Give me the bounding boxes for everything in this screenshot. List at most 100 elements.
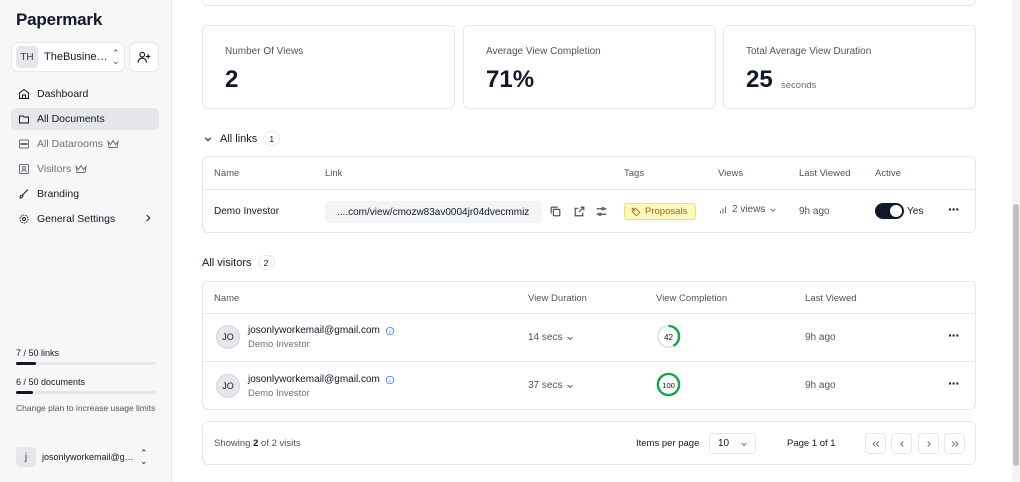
previous-page-button[interactable] bbox=[891, 433, 912, 454]
stat-value: 2 bbox=[225, 66, 239, 93]
sidebar-nav: Dashboard All Documents All Datarooms Vi… bbox=[11, 83, 159, 233]
view-duration: 37 secs bbox=[528, 380, 563, 391]
active-toggle[interactable] bbox=[875, 203, 904, 219]
brush-icon bbox=[17, 187, 31, 201]
sidebar-item-label: All Datarooms bbox=[37, 138, 103, 150]
plan-upgrade-note[interactable]: Change plan to increase usage limits bbox=[16, 403, 156, 414]
pagination-bar: Showing 2 of 2 visits Items per page 10 … bbox=[202, 421, 976, 465]
info-icon[interactable] bbox=[385, 326, 395, 336]
visitor-link-name: Demo Investor bbox=[248, 339, 310, 350]
visitor-email[interactable]: josonlyworkemail@gmail.com bbox=[248, 374, 395, 385]
document-header-card bbox=[202, 0, 976, 6]
chevron-down-icon bbox=[567, 336, 574, 340]
tag-label: Proposals bbox=[645, 206, 688, 217]
team-switcher[interactable]: TH TheBusiness... ⌃⌄ bbox=[11, 42, 125, 72]
settings-sliders-icon[interactable] bbox=[594, 204, 608, 218]
stat-value: 25 bbox=[746, 66, 773, 93]
chevrons-right-icon bbox=[951, 440, 959, 447]
app-logo[interactable]: Papermark bbox=[16, 10, 102, 30]
scrollbar-thumb[interactable] bbox=[1013, 204, 1019, 466]
column-header-view-duration: View Duration bbox=[528, 293, 587, 304]
more-options-icon[interactable]: ··· bbox=[948, 375, 960, 391]
sidebar-item-label: Dashboard bbox=[37, 88, 89, 100]
visitor-email-text: josonlyworkemail@gmail.com bbox=[248, 374, 380, 385]
view-duration-dropdown[interactable]: 37 secs bbox=[528, 380, 574, 391]
links-table: Name Link Tags Views Last Viewed Active … bbox=[202, 156, 976, 233]
tag-badge[interactable]: Proposals bbox=[624, 203, 697, 220]
documents-usage-fill bbox=[16, 391, 33, 394]
chevron-down-icon bbox=[203, 134, 213, 144]
stat-card-duration: Total Average View Duration 25 seconds bbox=[723, 25, 976, 109]
sidebar-item-all-datarooms[interactable]: All Datarooms bbox=[11, 133, 159, 155]
first-page-button[interactable] bbox=[865, 433, 886, 454]
copy-icon[interactable] bbox=[548, 204, 562, 218]
links-section-title: All links bbox=[220, 132, 258, 145]
items-per-page-select[interactable]: 10 bbox=[709, 433, 756, 454]
add-user-button[interactable] bbox=[129, 42, 159, 72]
stat-value: 71% bbox=[486, 66, 535, 93]
stat-label: Total Average View Duration bbox=[746, 46, 872, 57]
chevron-down-icon bbox=[567, 384, 574, 388]
user-email: josonlyworkemail@gm... bbox=[42, 452, 134, 462]
link-url[interactable]: ....com/view/cmozw83av0004jr04dvecmmiz bbox=[325, 201, 542, 223]
visitor-avatar: JO bbox=[216, 325, 240, 349]
more-options-icon[interactable]: ··· bbox=[948, 327, 960, 343]
sidebar-item-branding[interactable]: Branding bbox=[11, 183, 159, 205]
visitor-last-viewed: 9h ago bbox=[805, 332, 836, 343]
visitor-email[interactable]: josonlyworkemail@gmail.com bbox=[248, 325, 395, 336]
links-section-toggle[interactable]: All links 1 bbox=[203, 131, 281, 146]
documents-usage: 6 / 50 documents bbox=[16, 377, 156, 394]
crown-icon bbox=[107, 139, 119, 149]
page-indicator: Page 1 of 1 bbox=[787, 438, 836, 449]
showing-prefix: Showing bbox=[214, 438, 254, 449]
column-header-last-viewed: Last Viewed bbox=[799, 168, 851, 179]
column-header-name: Name bbox=[214, 168, 240, 179]
documents-usage-label: 6 / 50 documents bbox=[16, 377, 86, 387]
links-usage-bar bbox=[16, 362, 156, 365]
chevron-down-icon bbox=[741, 442, 747, 447]
bar-chart-icon bbox=[719, 206, 727, 213]
team-avatar: TH bbox=[16, 46, 38, 68]
info-icon[interactable] bbox=[385, 375, 395, 385]
views-dropdown[interactable]: 2 views bbox=[718, 204, 777, 215]
sidebar-item-visitors[interactable]: Visitors bbox=[11, 158, 159, 180]
user-avatar: j bbox=[16, 447, 36, 467]
stat-label: Average View Completion bbox=[486, 46, 601, 57]
user-menu[interactable]: j josonlyworkemail@gm... ⌃ ⌄ bbox=[11, 444, 159, 470]
link-name[interactable]: Demo Investor bbox=[214, 206, 279, 217]
sidebar-item-all-documents[interactable]: All Documents bbox=[11, 108, 159, 130]
chevron-up-down-icon: ⌃ ⌄ bbox=[140, 448, 148, 466]
sidebar-item-label: Visitors bbox=[37, 163, 72, 175]
links-usage-label: 7 / 50 links bbox=[16, 348, 60, 358]
sidebar-item-general-settings[interactable]: General Settings bbox=[11, 208, 159, 230]
visitors-section-header: All visitors 2 bbox=[202, 255, 275, 270]
visitors-count-badge: 2 bbox=[257, 255, 275, 270]
visitor-avatar: JO bbox=[216, 374, 240, 398]
scrollbar[interactable] bbox=[1012, 0, 1020, 482]
visitors-section-title: All visitors bbox=[202, 256, 252, 269]
user-plus-icon bbox=[137, 51, 151, 63]
sidebar-item-label: All Documents bbox=[37, 113, 105, 125]
stat-unit: seconds bbox=[781, 80, 817, 91]
sidebar-item-dashboard[interactable]: Dashboard bbox=[11, 83, 159, 105]
links-usage-fill bbox=[16, 362, 36, 365]
row-divider bbox=[203, 361, 975, 362]
view-duration-dropdown[interactable]: 14 secs bbox=[528, 332, 574, 343]
visitor-link-name: Demo Investor bbox=[248, 388, 310, 399]
column-header-views: Views bbox=[718, 168, 744, 179]
next-page-button[interactable] bbox=[918, 433, 939, 454]
contact-icon bbox=[17, 162, 31, 176]
sidebar-item-label: General Settings bbox=[37, 213, 116, 225]
completion-value: 100 bbox=[662, 381, 675, 390]
items-per-page-value: 10 bbox=[718, 438, 730, 449]
more-options-icon[interactable]: ··· bbox=[948, 201, 960, 217]
completion-value: 42 bbox=[664, 333, 674, 342]
link-last-viewed: 9h ago bbox=[799, 206, 830, 217]
external-link-icon[interactable] bbox=[572, 204, 586, 218]
header-divider bbox=[203, 189, 975, 190]
last-page-button[interactable] bbox=[944, 433, 965, 454]
chevron-down-icon bbox=[770, 208, 777, 212]
links-usage: 7 / 50 links bbox=[16, 348, 156, 365]
server-icon bbox=[17, 137, 31, 151]
gear-icon bbox=[17, 212, 31, 226]
